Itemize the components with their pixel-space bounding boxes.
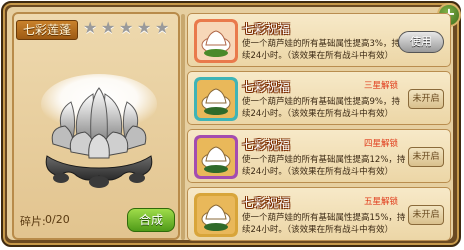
- star-icon: ★: [155, 18, 170, 37]
- blessing-desc-line1: 使一个葫芦娃的所有基础属性提高9%，持: [242, 97, 400, 107]
- star-icon: ★: [137, 18, 152, 37]
- shard-count: 0/20: [45, 213, 70, 226]
- blessing-desc-line2: 续24小时。（该效果在所有战斗中有效）: [242, 167, 394, 177]
- item-name: 七彩莲蓬: [16, 20, 78, 40]
- blessing-desc-line2: 续24小时。（该效果在所有战斗中有效）: [242, 225, 394, 235]
- lotus-icon: [41, 74, 157, 188]
- blessing-title: 七彩祝福: [242, 138, 291, 152]
- unlock-requirement: 四星解锁: [363, 139, 398, 149]
- blessing-desc-line1: 使一个葫芦娃的所有基础属性提高3%，持: [242, 39, 400, 49]
- locked-status-button[interactable]: 未开启: [408, 89, 444, 109]
- star-icon: ★: [101, 18, 116, 37]
- blessing-desc-line1: 使一个葫芦娃的所有基础属性提高12%，持: [242, 155, 406, 165]
- star-icon: ★: [83, 18, 98, 37]
- shard-label: 碎片:: [20, 215, 46, 228]
- blessing-lotus-icon: [194, 19, 238, 63]
- blessing-desc-line2: 续24小时。（该效果在所有战斗中有效）: [242, 109, 394, 119]
- blessing-title: 七彩祝福: [242, 80, 291, 94]
- blessing-lotus-icon: [194, 135, 238, 179]
- list-scrollbar[interactable]: [181, 14, 185, 240]
- unlock-requirement: 三星解锁: [363, 81, 398, 91]
- blessing-lotus-icon: [194, 77, 238, 121]
- lotus-artwork: [33, 72, 165, 192]
- unlock-requirement: 五星解锁: [363, 197, 398, 207]
- blessing-title: 七彩祝福: [242, 196, 291, 210]
- blessing-desc-line1: 使一个葫芦娃的所有基础属性提高15%，持: [242, 213, 406, 223]
- list-item: 七彩祝福 五星解锁 使一个葫芦娃的所有基础属性提高15%，持 续24小时。（该效…: [187, 187, 451, 241]
- star-rating: ★ ★ ★ ★ ★: [83, 20, 171, 40]
- blessing-title: 七彩祝福: [242, 22, 291, 36]
- blessing-desc-line2: 续24小时。（该效果在所有战斗中有效）: [242, 51, 394, 61]
- list-item: 七彩祝福 使一个葫芦娃的所有基础属性提高3%，持 续24小时。（该效果在所有战斗…: [187, 13, 451, 67]
- craft-button[interactable]: 合成: [127, 208, 175, 232]
- locked-status-button[interactable]: 未开启: [408, 205, 444, 225]
- star-icon: ★: [119, 18, 134, 37]
- use-button[interactable]: 使用: [398, 31, 444, 53]
- locked-status-button[interactable]: 未开启: [408, 147, 444, 167]
- list-item: 七彩祝福 三星解锁 使一个葫芦娃的所有基础属性提高9%，持 续24小时。（该效果…: [187, 71, 451, 125]
- list-item: 七彩祝福 四星解锁 使一个葫芦娃的所有基础属性提高12%，持 续24小时。（该效…: [187, 129, 451, 183]
- blessing-lotus-icon: [194, 193, 238, 237]
